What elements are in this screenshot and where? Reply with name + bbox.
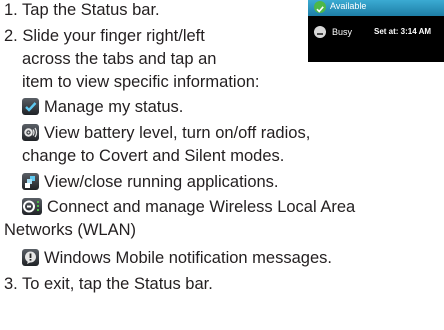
apps-icon <box>22 173 39 190</box>
item-notifications: Windows Mobile notification messages. <box>22 248 332 268</box>
step-1: 1. Tap the Status bar. <box>4 1 160 19</box>
item-manage-status: Manage my status. <box>22 97 183 117</box>
step-3: 3. To exit, tap the Status bar. <box>4 275 213 293</box>
gear-radio-icon <box>22 124 39 141</box>
check-icon <box>22 98 39 115</box>
step-2-line-3: item to view specific information: <box>22 73 260 91</box>
available-label: Available <box>330 1 367 11</box>
busy-minus-icon <box>314 26 326 38</box>
step-2-line-2: across the tabs and tap an <box>22 50 217 68</box>
set-at-label: Set at: 3:14 AM <box>374 27 432 36</box>
item-battery-radios-text-1: View battery level, turn on/off radios, <box>44 124 311 142</box>
item-running-apps-text: View/close running applications. <box>44 173 279 191</box>
step-2-line-1: 2. Slide your finger right/left <box>4 27 205 45</box>
available-row: Available <box>308 0 444 16</box>
item-battery-radios: View battery level, turn on/off radios, <box>22 123 310 143</box>
item-wlan-text-2: Networks (WLAN) <box>4 221 137 239</box>
item-wlan-text-1: Connect and manage Wireless Local Area <box>47 198 356 216</box>
notification-icon <box>22 249 39 266</box>
available-check-icon <box>314 1 326 13</box>
item-running-apps: View/close running applications. <box>22 172 279 192</box>
item-manage-status-text: Manage my status. <box>44 98 184 116</box>
status-panel-thumbnail: Available Busy Set at: 3:14 AM <box>308 0 444 62</box>
item-wlan: Connect and manage Wireless Local Area <box>22 197 355 217</box>
wlan-icon <box>22 198 42 215</box>
item-notifications-text: Windows Mobile notification messages. <box>44 249 332 267</box>
busy-label: Busy <box>332 27 353 37</box>
item-battery-radios-text-2: change to Covert and Silent modes. <box>22 147 285 165</box>
